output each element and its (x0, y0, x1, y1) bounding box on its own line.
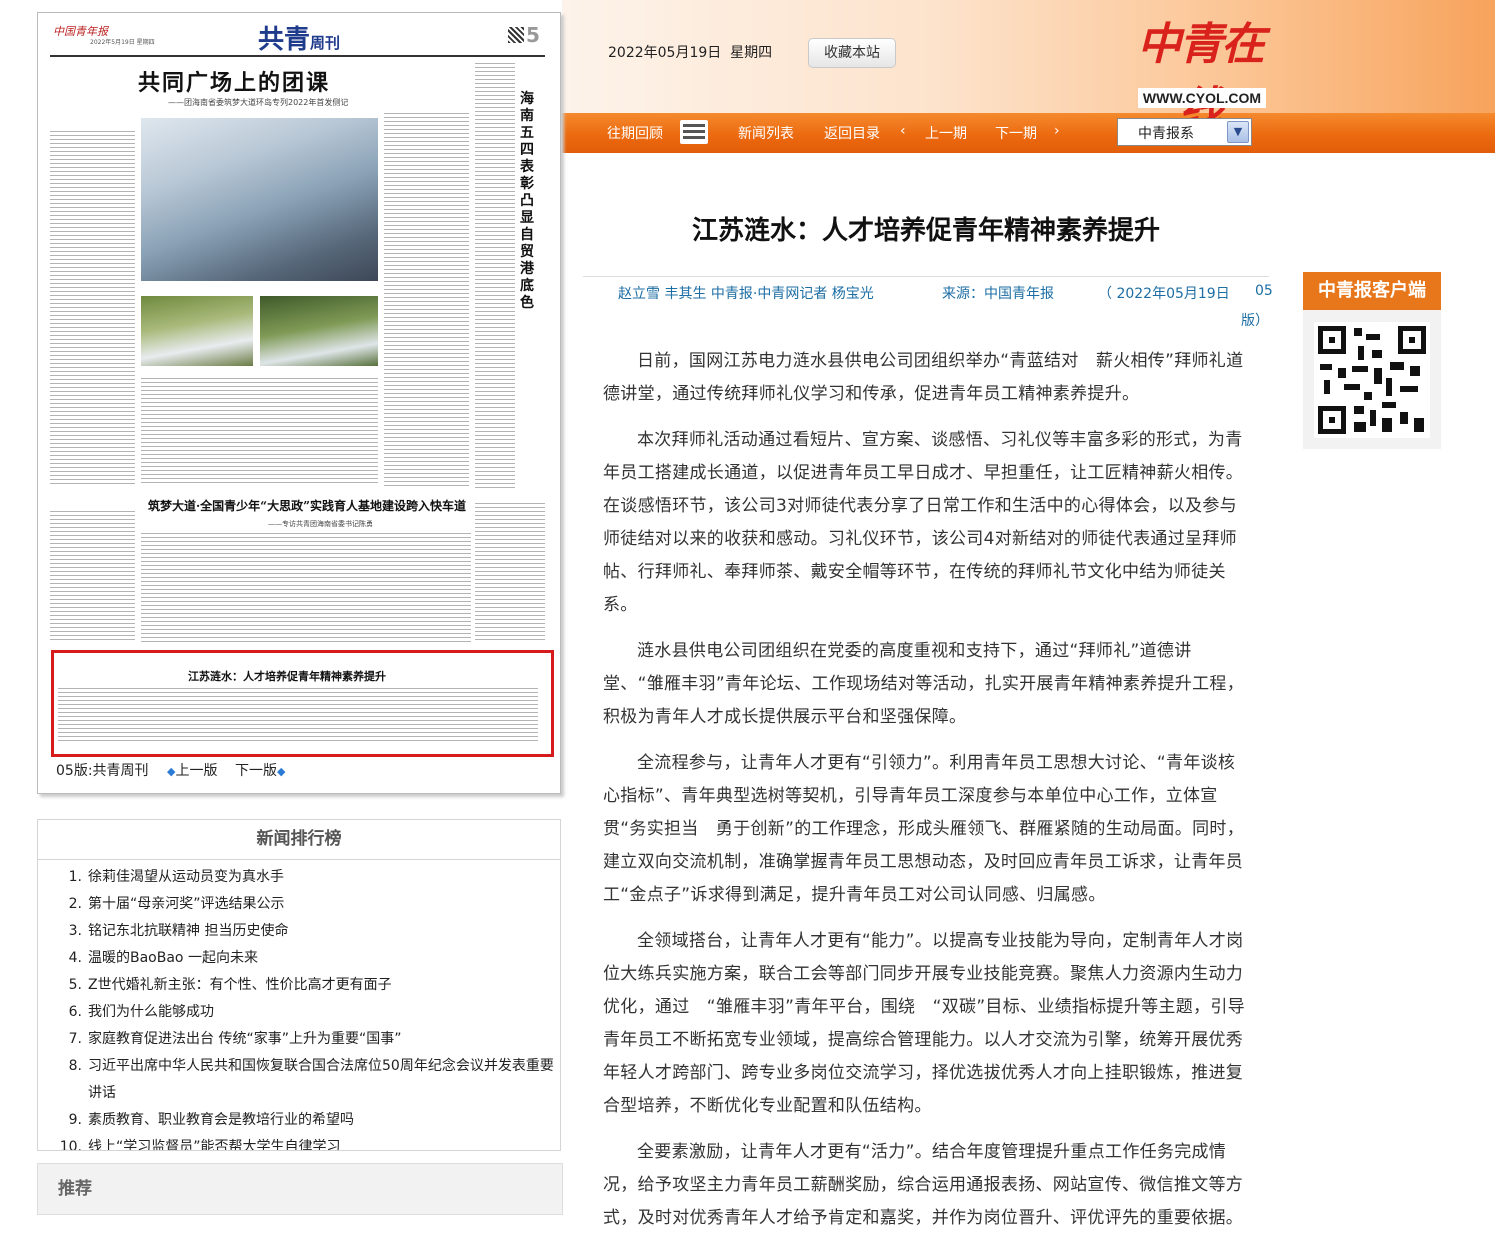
ranking-item[interactable]: 10. 线上“学习监督员”能否帮大学生自律学习 (38, 1134, 558, 1150)
article-paragraph: 涟水县供电公司团组织在党委的高度重视和支持下，通过“拜师礼”道德讲堂、“雏雁丰羽… (603, 641, 1245, 727)
nav-news-list[interactable]: 新闻列表 (738, 123, 794, 143)
preview-mid-subheadline: ——专访共青团海南省委书记陈勇 (268, 520, 373, 528)
article-paragraph: 日前，国网江苏电力涟水县供电公司团组织举办“青蓝结对 薪火相传”拜师礼道德讲堂，… (603, 351, 1244, 404)
app-box-title: 中青报客户端 (1303, 272, 1441, 310)
preview-page-label: 05版:共青周刊 (56, 763, 149, 779)
paper-select-value: 中青报系 (1138, 126, 1194, 142)
nav-archive[interactable]: 往期回顾 (607, 123, 663, 143)
ranking-item[interactable]: 3. 铭记东北抗联精神 担当历史使命 (38, 918, 558, 945)
preview-masthead: 共青周刊 (258, 25, 341, 55)
article-paragraph: 全流程参与，让青年人才更有“引领力”。利用青年员工思想大讨论、“青年谈核心指标”… (603, 753, 1245, 905)
ranking-item[interactable]: 7. 家庭教育促进法出台 传统“家事”上升为重要“国事” (38, 1026, 558, 1053)
article-paragraph: 全领域搭台，让青年人才更有“能力”。以提高专业技能为导向，定制青年人才岗位大练兵… (603, 931, 1245, 1116)
preview-rule (50, 55, 545, 57)
preview-side-headline: 海南五四表彰凸显自贸港底色 (520, 91, 534, 311)
arrow-right-icon: ◆ (277, 765, 286, 778)
article-date: （ 2022年05月19日 (1098, 286, 1230, 302)
preview-photo-group (141, 296, 253, 366)
list-view-icon[interactable] (680, 120, 708, 144)
article-body: 日前，国网江苏电力涟水县供电公司团组织举办“青蓝结对 薪火相传”拜师礼道德讲堂，… (603, 345, 1251, 1248)
preview-page-number: 5 (526, 23, 540, 47)
nav-back-to-index[interactable]: 返回目录 (824, 123, 880, 143)
news-ranking: 新闻排行榜 1. 徐莉佳渴望从运动员变为真水手 2. 第十届“母亲河奖”评选结果公示… (37, 819, 561, 1151)
article-title: 江苏涟水：人才培养促青年精神素养提升 (691, 216, 1160, 246)
qr-code-icon[interactable] (1314, 322, 1430, 438)
prev-page-link[interactable]: ◆上一版 (167, 760, 217, 780)
ranking-item[interactable]: 1. 徐莉佳渴望从运动员变为真水手 (38, 864, 558, 891)
logo-text: 中青在线 (1137, 19, 1265, 134)
article-paragraph: 全要素激励，让青年人才更有“活力”。结合年度管理提升重点工作任务完成情况，给予攻… (603, 1142, 1244, 1228)
recommend-title: 推荐 (58, 1179, 92, 1199)
chevron-right-icon: › (1054, 123, 1060, 139)
ranking-item[interactable]: 6. 我们为什么能够成功 (38, 999, 558, 1026)
header-date: 2022年05月19日 星期四 (608, 45, 773, 61)
ranking-item[interactable]: 9. 素质教育、职业教育会是教培行业的希望吗 (38, 1107, 558, 1134)
preview-headline: 共同广场上的团课 (138, 70, 331, 96)
app-download-box: 中青报客户端 (1303, 272, 1441, 449)
ranking-item[interactable]: 2. 第十届“母亲河奖”评选结果公示 (38, 891, 558, 918)
article-divider (583, 276, 1269, 277)
preview-text-column (384, 113, 469, 486)
preview-text-column (475, 63, 515, 488)
preview-text-column (50, 511, 135, 641)
nav-next-issue[interactable]: 下一期 (995, 123, 1037, 143)
article-paragraph: 本次拜师礼活动通过看短片、宣方案、谈感悟、习礼仪等丰富多彩的形式，为青年员工搭建… (603, 430, 1244, 615)
preview-photo-group (260, 296, 378, 366)
ranking-title: 新闻排行榜 (38, 820, 560, 860)
nav-prev-issue[interactable]: 上一期 (925, 123, 967, 143)
site-logo[interactable]: 中青在线 WWW.CYOL.COM (1130, 8, 1270, 134)
current-article-highlight[interactable] (51, 650, 554, 757)
article-source: 来源：中国青年报 (942, 286, 1054, 302)
chevron-left-icon: ‹ (900, 123, 906, 139)
preview-subheadline: ——团海南省委筑梦大道环岛专列2022年首发侧记 (168, 98, 349, 107)
preview-text-block (141, 378, 378, 483)
ranking-item[interactable]: 5. Z世代婚礼新主张：有个性、性价比高才更有面子 (38, 972, 558, 999)
preview-masthead-date: 2022年5月19日 星期四 (90, 39, 155, 46)
preview-text-column (50, 131, 135, 486)
article-page-suffix: 版） (1241, 313, 1269, 329)
preview-photo-train (141, 118, 378, 281)
ranking-item[interactable]: 4. 温暖的BaoBao 一起向未来 (38, 945, 558, 972)
ranking-item[interactable]: 8. 习近平出席中华人民共和国恢复联合国合法席位50周年纪念会议并发表重要讲话 (38, 1053, 558, 1107)
ranking-list: 1. 徐莉佳渴望从运动员变为真水手 2. 第十届“母亲河奖”评选结果公示 3. 铭记东… (38, 864, 558, 1150)
next-page-link[interactable]: 下一版◆ (235, 760, 285, 780)
chevron-down-icon[interactable]: ▼ (1227, 121, 1249, 143)
article-page: 05 (1255, 283, 1273, 299)
favorite-button[interactable]: 收藏本站 (808, 38, 896, 68)
logo-url: WWW.CYOL.COM (1138, 88, 1266, 108)
preview-mid-headline: 筑梦大道·全国青少年“大思政”实践育人基地建设跨入快车道 (148, 499, 466, 513)
preview-qr-icon (508, 27, 524, 43)
preview-text-column (475, 503, 545, 643)
paper-select[interactable]: 中青报系 ▼ (1117, 118, 1252, 146)
recommend-box: 推荐 (37, 1163, 563, 1215)
article-authors: 赵立雪 丰其生 中青报·中青网记者 杨宝光 (618, 286, 874, 302)
preview-text-block (141, 533, 471, 643)
